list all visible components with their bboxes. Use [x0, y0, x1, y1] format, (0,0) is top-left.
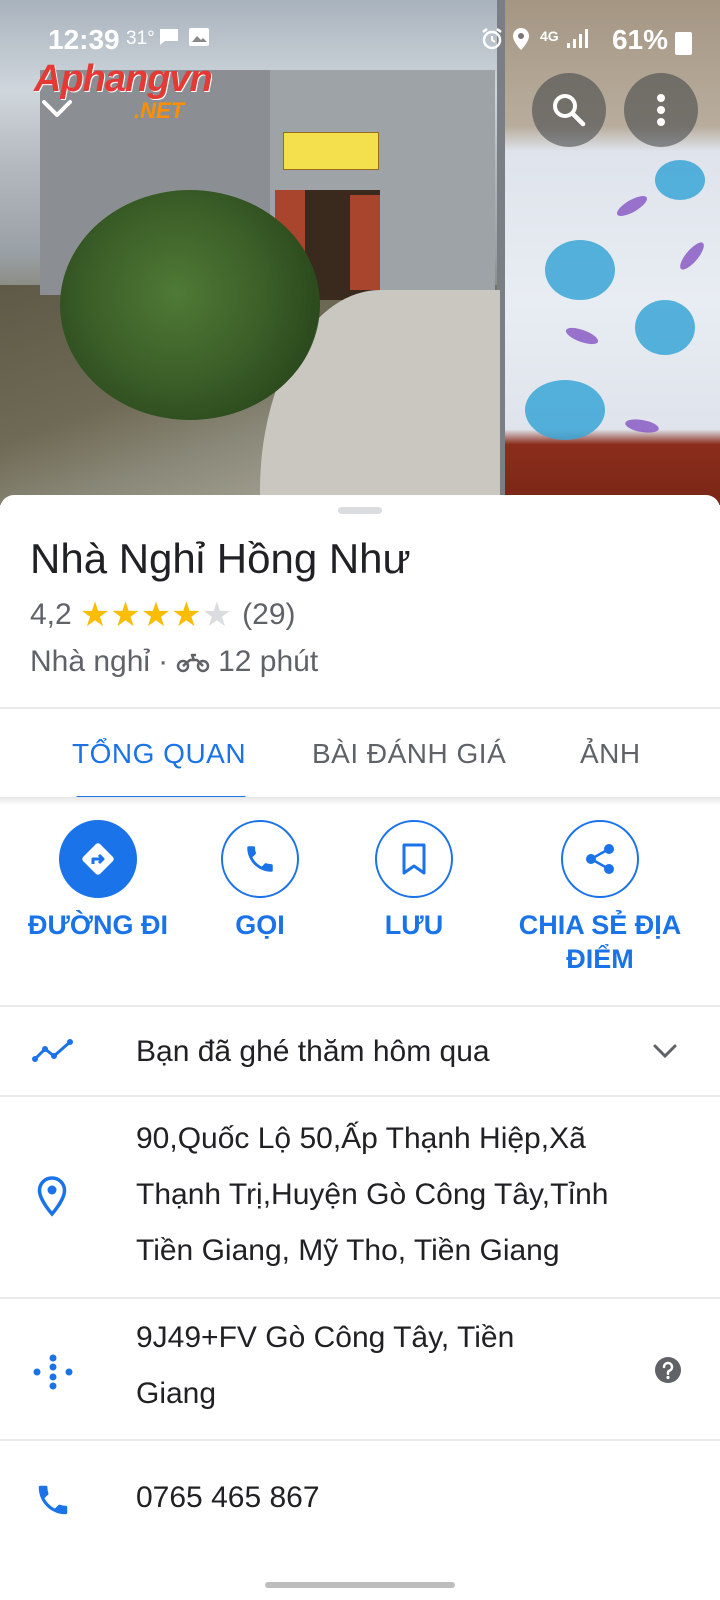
battery-icon: [675, 32, 692, 55]
call-circle: [221, 820, 299, 898]
photo-pattern: [635, 300, 695, 355]
gallery-icon: [188, 27, 210, 53]
status-time: 12:39: [48, 24, 120, 55]
plus-code-line-2: Giang: [136, 1377, 217, 1410]
share-button[interactable]: CHIA SẺ ĐỊA ĐIỂM: [508, 820, 692, 976]
alarm-icon: [480, 27, 504, 57]
phone-number: 0765 465 867: [136, 1481, 320, 1514]
separator: ·: [158, 645, 169, 678]
timeline-icon: [32, 1039, 73, 1062]
save-button[interactable]: LƯU: [354, 820, 474, 942]
plus-code-row[interactable]: 9J49+FV Gò Công Tây, Tiền Giang: [0, 1299, 720, 1439]
photo-pattern: [563, 324, 601, 348]
visit-history-row[interactable]: Bạn đã ghé thăm hôm qua: [0, 1007, 720, 1097]
rating-row[interactable]: 4,2 ★ ★ ★ ★ ★ (29): [30, 598, 296, 632]
directions-icon: [82, 843, 114, 875]
search-button[interactable]: [532, 73, 606, 147]
more-options-button[interactable]: [624, 73, 698, 147]
address-line-2: Thạnh Trị,Huyện Gò Công Tây,Tỉnh: [136, 1178, 609, 1211]
collapse-button[interactable]: [40, 92, 74, 126]
photo-tree: [60, 190, 320, 420]
watermark-domain: .NET: [134, 98, 185, 123]
share-label: CHIA SẺ ĐỊA ĐIỂM: [508, 908, 692, 976]
status-temperature: 31°: [126, 28, 155, 49]
call-button[interactable]: GỌI: [200, 820, 320, 942]
message-icon: [158, 27, 180, 53]
share-icon: [586, 844, 614, 874]
place-title: Nhà Nghỉ Hồng Như: [30, 535, 411, 582]
search-icon: [553, 94, 586, 127]
photo-pattern: [655, 160, 705, 200]
plus-code-line-1: 9J49+FV Gò Công Tây, Tiền: [136, 1321, 515, 1354]
photo-pattern: [676, 239, 708, 273]
help-icon[interactable]: [654, 1356, 682, 1384]
network-type: 4G: [540, 28, 559, 44]
star-empty-icon: ★: [201, 596, 233, 634]
tabs-shadow: [0, 797, 720, 805]
bookmark-icon: [402, 843, 426, 875]
place-sheet: Nhà Nghỉ Hồng Như 4,2 ★ ★ ★ ★ ★ (29) Nhà…: [0, 495, 720, 1600]
star-icon: ★: [110, 596, 141, 634]
address-line-3: Tiền Giang, Mỹ Tho, Tiền Giang: [136, 1234, 560, 1267]
phone-row[interactable]: 0765 465 867: [0, 1441, 720, 1561]
motorbike-icon: [176, 653, 210, 673]
photo-pattern: [624, 417, 660, 435]
tab-photos[interactable]: ẢNH: [580, 738, 641, 770]
travel-time: 12 phút: [218, 645, 319, 678]
location-icon: [512, 27, 530, 57]
call-label: GỌI: [235, 910, 285, 940]
location-pin-icon: [37, 1176, 67, 1217]
save-label: LƯU: [384, 910, 444, 940]
rating-stars: ★ ★ ★ ★ ★: [80, 598, 232, 632]
tab-overview[interactable]: TỔNG QUAN: [72, 738, 246, 770]
photo-pattern: [614, 192, 650, 220]
save-circle: [375, 820, 453, 898]
photo-pattern: [545, 240, 615, 300]
directions-circle: [59, 820, 137, 898]
address-line-1: 90,Quốc Lộ 50,Ấp Thạnh Hiệp,Xã: [136, 1122, 586, 1155]
review-count: (29): [242, 598, 296, 631]
battery-percent: 61%: [611, 24, 668, 55]
star-icon: ★: [140, 596, 172, 634]
photo-signboard: [283, 132, 379, 170]
photo-pattern: [525, 380, 605, 440]
star-icon: ★: [79, 596, 111, 634]
phone-icon: [247, 846, 273, 872]
rating-value: 4,2: [30, 598, 72, 631]
photo-door-right: [350, 195, 380, 290]
directions-button[interactable]: ĐƯỜNG ĐI: [28, 820, 168, 942]
tab-bar: TỔNG QUAN BÀI ĐÁNH GIÁ ẢNH: [0, 708, 720, 803]
place-category: Nhà nghỉ: [30, 645, 151, 678]
star-icon: ★: [171, 596, 202, 634]
share-label-line1: CHIA SẺ ĐỊA: [518, 910, 682, 940]
home-indicator[interactable]: [265, 1582, 455, 1588]
address-row[interactable]: 90,Quốc Lộ 50,Ấp Thạnh Hiệp,Xã Thạnh Trị…: [0, 1097, 720, 1297]
share-circle: [561, 820, 639, 898]
chevron-down-icon: [42, 100, 72, 117]
chevron-down-icon[interactable]: [652, 1043, 678, 1061]
share-label-line2: ĐIỂM: [566, 944, 634, 974]
tab-reviews[interactable]: BÀI ĐÁNH GIÁ: [312, 738, 506, 770]
more-vert-icon: [657, 94, 665, 126]
visit-history-text: Bạn đã ghé thăm hôm qua: [136, 1035, 490, 1068]
directions-label: ĐƯỜNG ĐI: [28, 910, 168, 940]
drag-handle[interactable]: [338, 507, 382, 514]
plus-code-icon: [33, 1354, 73, 1390]
category-row: Nhà nghỉ · 12 phút: [30, 645, 318, 679]
phone-icon: [38, 1485, 68, 1515]
signal-icon: [566, 27, 588, 55]
